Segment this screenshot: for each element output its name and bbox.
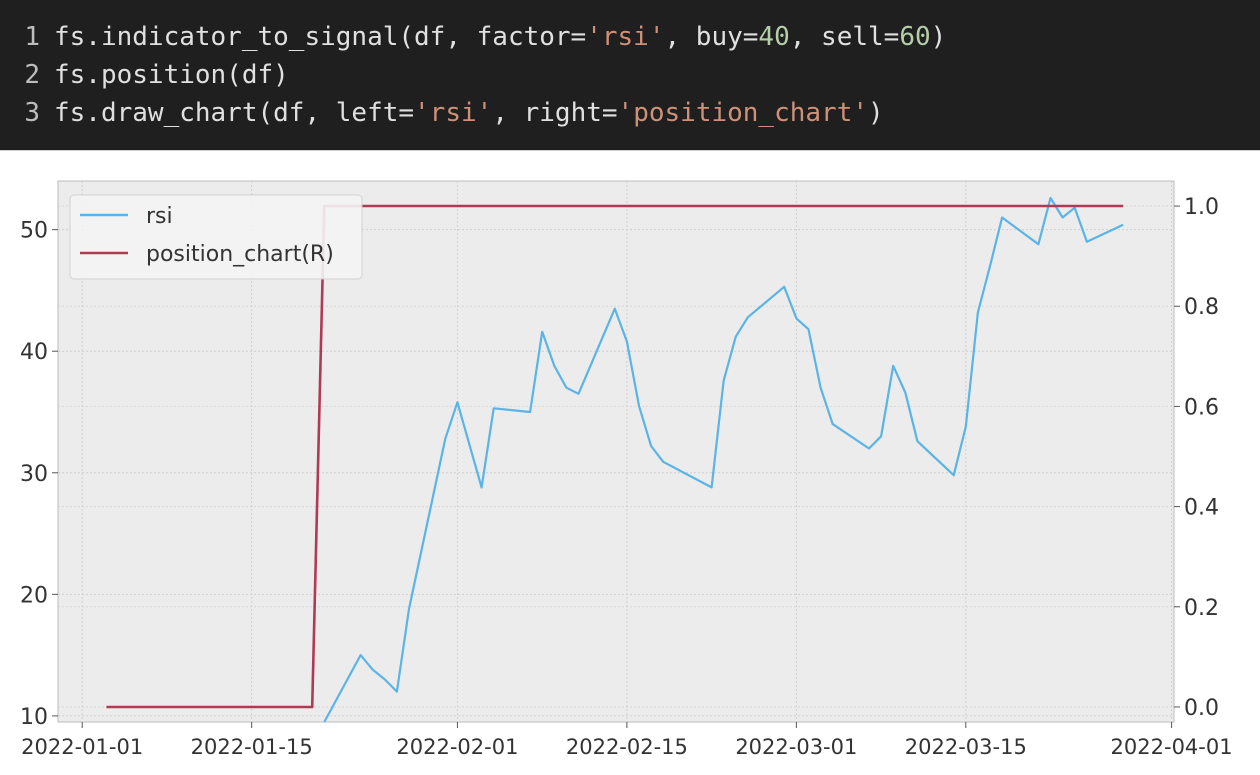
line-number: 3 — [24, 98, 40, 128]
x-tick-label: 2022-03-15 — [905, 735, 1027, 759]
code-token: ) — [868, 98, 884, 128]
y-right-tick-label: 0.4 — [1184, 496, 1219, 521]
code-token: fs.indicator_to_signal(df, factor= — [54, 22, 587, 52]
line-number: 1 — [24, 22, 40, 52]
chart-output: 10 20 30 40 50 0.0 0.2 0.4 0.6 0.8 1.0 2022-01-01 20… — [0, 150, 1260, 771]
x-tick-label: 2022-01-01 — [21, 735, 143, 759]
legend-label: position_chart(R) — [146, 242, 334, 267]
legend-label: rsi — [146, 204, 173, 229]
y-left-tick-label: 30 — [20, 462, 48, 487]
x-tick-label: 2022-02-15 — [566, 735, 688, 759]
code-line: 3 fs.draw_chart(df, left='rsi', right='po… — [0, 94, 884, 132]
code-token: fs.position(df) — [54, 60, 289, 90]
y-left-tick-label: 10 — [20, 705, 48, 730]
code-token: , buy= — [664, 22, 759, 52]
code-token: , right= — [492, 98, 618, 128]
x-tick-label: 2022-04-01 — [1111, 735, 1233, 759]
y-right-tick-label: 0.8 — [1184, 295, 1219, 320]
code-token: ) — [930, 22, 947, 52]
y-right-tick-label: 1.0 — [1184, 195, 1219, 220]
y-right-tick-label: 0.0 — [1184, 696, 1219, 721]
code-number-token: 60 — [899, 22, 931, 52]
x-tick-label: 2022-01-15 — [191, 735, 313, 759]
code-string-token: 'position_chart' — [617, 98, 868, 128]
code-number-token: 40 — [758, 22, 790, 52]
code-token: , sell= — [789, 22, 900, 52]
code-line: 2 fs.position(df) — [0, 56, 289, 94]
y-left-tick-label: 50 — [20, 219, 48, 244]
line-number: 2 — [24, 60, 40, 90]
code-string-token: 'rsi' — [586, 22, 665, 52]
y-left-tick-label: 40 — [20, 340, 48, 365]
code-cell[interactable]: 1 fs.indicator_to_signal(df, factor='rsi'… — [0, 0, 1260, 150]
rsi-position-chart: 10 20 30 40 50 0.0 0.2 0.4 0.6 0.8 1.0 2022-01-01 20… — [0, 151, 1260, 771]
y-right-tick-label: 0.6 — [1184, 395, 1219, 420]
x-tick-label: 2022-02-01 — [396, 735, 518, 759]
x-tick-label: 2022-03-01 — [735, 735, 857, 759]
code-token: fs.draw_chart(df, left= — [54, 98, 415, 128]
code-line: 1 fs.indicator_to_signal(df, factor='rsi'… — [0, 18, 946, 56]
code-string-token: 'rsi' — [414, 98, 493, 128]
y-right-tick-label: 0.2 — [1184, 596, 1219, 621]
y-left-tick-label: 20 — [20, 583, 48, 608]
